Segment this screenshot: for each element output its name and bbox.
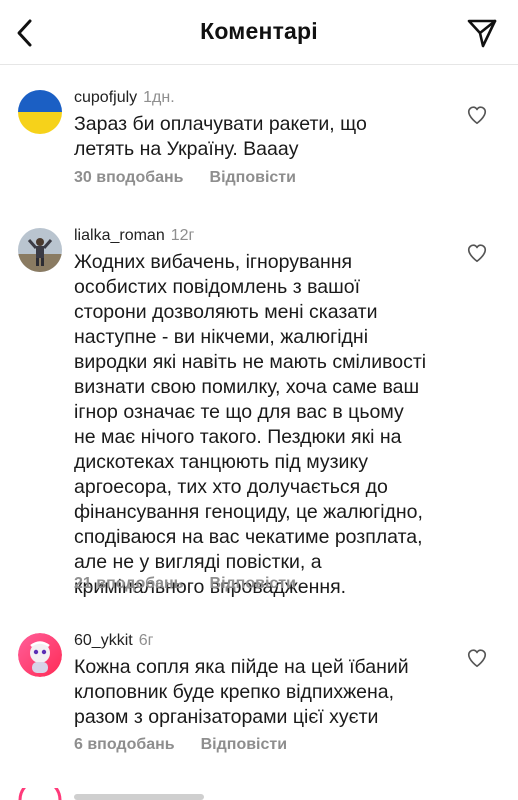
reply-button[interactable]: Відповісти — [210, 575, 296, 592]
comment-actions: 30 вподобань Відповісти — [74, 168, 296, 188]
cartoon-avatar — [18, 633, 62, 677]
heart-outline-icon[interactable] — [466, 104, 488, 126]
comment: cupofjuly 1дн. Зараз би оплачувати ракети… — [0, 80, 518, 200]
page-title: Коментарі — [200, 18, 318, 44]
comment-time: 1дн. — [143, 89, 175, 106]
heart-outline-icon[interactable] — [466, 647, 488, 669]
avatar[interactable] — [18, 228, 62, 272]
next-comment-partial — [0, 788, 518, 800]
comment-text: Кожна сопля яка пійде на цей їбаний клоп… — [74, 656, 409, 728]
comment-meta: cupofjuly 1дн. — [74, 88, 175, 108]
username[interactable]: lialka_roman — [74, 227, 165, 244]
comment-meta: 60_ykkit 6г — [74, 631, 153, 651]
likes-count[interactable]: 21 вподобань — [74, 575, 184, 592]
comment-actions: 6 вподобань Відповісти — [74, 735, 287, 755]
person-photo-avatar — [18, 228, 62, 272]
share-button[interactable] — [464, 14, 500, 52]
comment-text: Жодних вибачень, ігнорування особистих п… — [74, 251, 427, 598]
avatar[interactable] — [18, 633, 62, 677]
header: Коментарі — [0, 0, 518, 65]
comment: 60_ykkit 6г Кожна сопля яка пійде на цей … — [0, 625, 518, 775]
comment-time: 12г — [170, 227, 195, 244]
likes-count[interactable]: 6 вподобань — [74, 736, 175, 753]
avatar-partial — [18, 788, 62, 800]
avatar[interactable] — [18, 90, 62, 134]
comment-text: Зараз би оплачувати ракети, що летять на… — [74, 113, 367, 160]
comment: lialka_roman 12г Жодних вибачень, ігнорув… — [0, 218, 518, 598]
ukraine-flag-avatar — [18, 90, 62, 134]
comment-meta: lialka_roman 12г — [74, 226, 194, 246]
reply-button[interactable]: Відповісти — [210, 169, 296, 186]
likes-count[interactable]: 30 вподобань — [74, 169, 184, 186]
heart-outline-icon[interactable] — [466, 242, 488, 264]
reply-button[interactable]: Відповісти — [201, 736, 287, 753]
username[interactable]: cupofjuly — [74, 89, 137, 106]
comment-time: 6г — [138, 632, 154, 649]
username-partial — [74, 792, 224, 800]
username[interactable]: 60_ykkit — [74, 632, 133, 649]
comment-actions: 21 вподобань Відповісти — [74, 574, 296, 594]
paper-plane-icon — [467, 19, 497, 48]
